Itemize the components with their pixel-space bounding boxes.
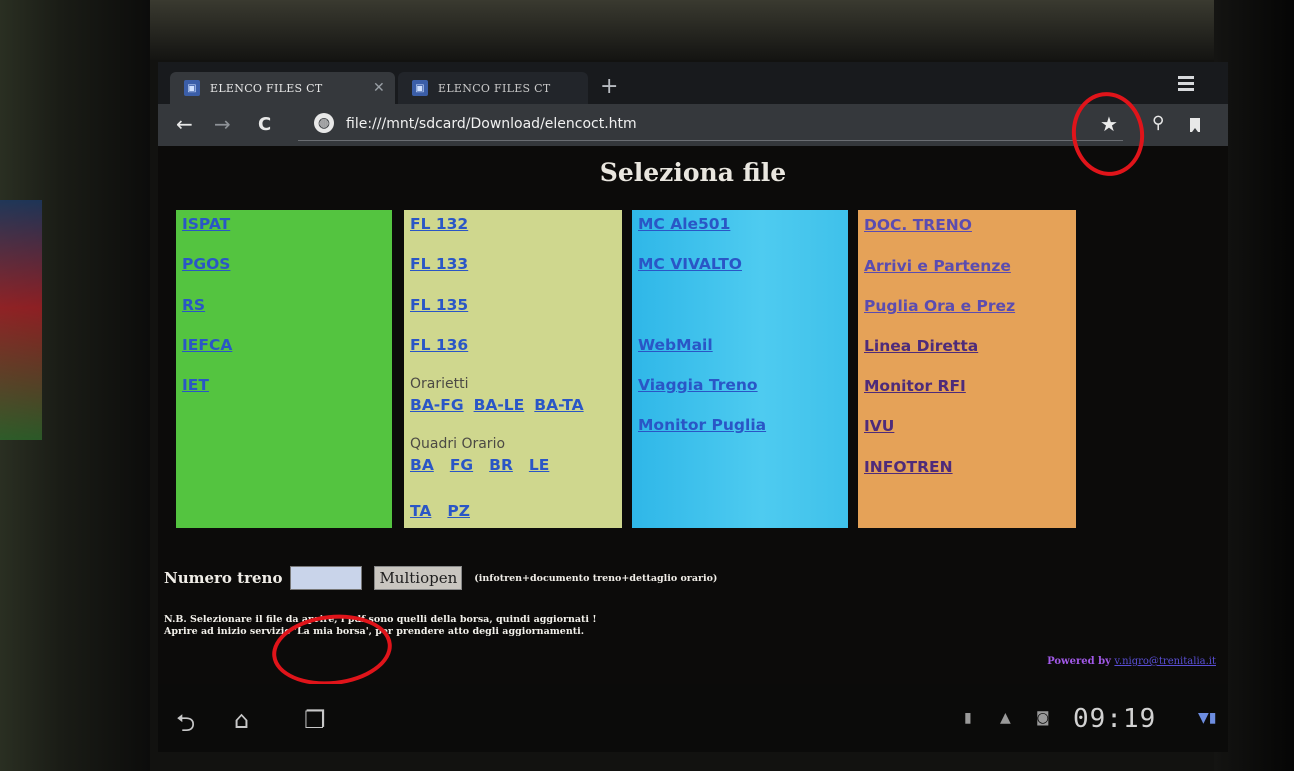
link-iefca[interactable]: IEFCA [182, 336, 232, 354]
notice-line-1: N.B. Selezionare il file da aprire, i pd… [164, 614, 597, 625]
tablet-screen: ▣ ELENCO FILES CT ✕ ▣ ELENCO FILES CT + … [158, 62, 1228, 752]
bookmarks-icon[interactable] [1190, 118, 1200, 132]
tab-elenco-files-1[interactable]: ▣ ELENCO FILES CT ✕ [170, 72, 395, 104]
url-text[interactable]: file:///mnt/sdcard/Download/elencoct.htm [346, 116, 637, 132]
link-linea-diretta[interactable]: Linea Diretta [864, 337, 978, 355]
link-ispat[interactable]: ISPAT [182, 215, 230, 233]
close-tab-icon[interactable]: ✕ [373, 80, 385, 96]
multiopen-note: (infotren+documento treno+dettaglio orar… [474, 572, 718, 584]
orarietti-label: Orarietti [410, 376, 469, 392]
link-arrivi-partenze[interactable]: Arrivi e Partenze [864, 257, 1011, 275]
sd-card-icon: ▮ [964, 710, 972, 726]
link-ivu[interactable]: IVU [864, 417, 894, 435]
link-rs[interactable]: RS [182, 296, 205, 314]
link-ta[interactable]: TA [410, 502, 431, 520]
train-number-label: Numero treno [164, 569, 283, 587]
link-ba-le[interactable]: BA-LE [474, 396, 525, 414]
device-bezel-top [0, 0, 1294, 60]
link-fl-133[interactable]: FL 133 [410, 255, 468, 273]
page-favicon-icon: ▣ [412, 80, 428, 96]
device-bezel-left [0, 0, 150, 771]
reload-icon[interactable]: C [258, 114, 271, 135]
link-mc-ale501[interactable]: MC Ale501 [638, 215, 730, 233]
browser-toolbar: ← → C file:///mnt/sdcard/Download/elenco… [158, 104, 1228, 146]
link-ba[interactable]: BA [410, 456, 434, 474]
link-monitor-puglia[interactable]: Monitor Puglia [638, 416, 766, 434]
tab-title: ELENCO FILES CT [438, 81, 551, 95]
forward-arrow-icon[interactable]: → [214, 112, 231, 136]
link-puglia-ora-prez[interactable]: Puglia Ora e Prez [864, 297, 1015, 315]
author-email-link[interactable]: v.nigro@trenitalia.it [1114, 656, 1216, 667]
link-pz[interactable]: PZ [447, 502, 470, 520]
multiopen-button[interactable]: Multiopen [374, 566, 463, 590]
globe-icon: ◍ [314, 113, 334, 133]
link-monitor-rfi[interactable]: Monitor RFI [864, 377, 966, 395]
tab-strip: ▣ ELENCO FILES CT ✕ ▣ ELENCO FILES CT + [158, 62, 1228, 104]
column-cyan: MC Ale501 MC VIVALTO WebMail Viaggia Tre… [632, 210, 848, 528]
link-iet[interactable]: IET [182, 376, 209, 394]
page-title: Seleziona file [599, 158, 787, 187]
search-icon[interactable]: ⚲ [1152, 113, 1164, 133]
system-clock: 09:19 [1073, 704, 1157, 734]
background-reflection [0, 200, 42, 440]
warning-icon: ▲ [1000, 710, 1011, 726]
tab-elenco-files-2[interactable]: ▣ ELENCO FILES CT [398, 72, 588, 104]
link-ba-fg[interactable]: BA-FG [410, 396, 464, 414]
link-br[interactable]: BR [489, 456, 513, 474]
link-fl-132[interactable]: FL 132 [410, 215, 468, 233]
orarietti-links: BA-FG BA-LE BA-TA [410, 396, 584, 414]
link-fl-135[interactable]: FL 135 [410, 296, 468, 314]
system-bar: ⮌ ⌂ ❐ ▮ ▲ ◙ 09:19 ▼▮ [158, 684, 1228, 752]
link-fl-136[interactable]: FL 136 [410, 336, 468, 354]
menu-icon[interactable] [1178, 76, 1194, 94]
tab-title: ELENCO FILES CT [210, 81, 323, 95]
new-tab-plus-icon[interactable]: + [600, 74, 618, 99]
page-favicon-icon: ▣ [184, 80, 200, 96]
column-orange: DOC. TRENO Arrivi e Partenze Puglia Ora … [858, 210, 1076, 528]
train-number-input[interactable] [290, 566, 363, 590]
back-arrow-icon[interactable]: ← [176, 112, 193, 136]
nav-back-icon[interactable]: ⮌ [176, 706, 195, 747]
wifi-battery-icon: ▼▮ [1198, 710, 1217, 726]
link-webmail[interactable]: WebMail [638, 336, 713, 354]
link-ba-ta[interactable]: BA-TA [534, 396, 583, 414]
link-viaggia-treno[interactable]: Viaggia Treno [638, 376, 758, 394]
column-green: ISPAT PGOS RS IEFCA IET [176, 210, 392, 528]
link-doc-treno[interactable]: DOC. TRENO [864, 216, 972, 234]
link-fg[interactable]: FG [450, 456, 473, 474]
link-le[interactable]: LE [529, 456, 549, 474]
nav-home-icon[interactable]: ⌂ [234, 706, 249, 734]
link-pgos[interactable]: PGOS [182, 255, 230, 273]
quadri-links: BA FG BR LE [410, 456, 549, 474]
quadri-orario-label: Quadri Orario [410, 436, 506, 452]
quadri-links-2: TA PZ [410, 502, 470, 520]
powered-by: Powered by v.nigro@trenitalia.it [1047, 656, 1216, 667]
train-number-row: Numero treno Multiopen (infotren+documen… [164, 566, 717, 590]
nav-recent-apps-icon[interactable]: ❐ [304, 706, 326, 734]
powered-by-label: Powered by [1047, 656, 1111, 667]
link-infotren[interactable]: INFOTREN [864, 458, 953, 476]
column-lime: FL 132 FL 133 FL 135 FL 136 Orarietti BA… [404, 210, 622, 528]
address-bar[interactable]: file:///mnt/sdcard/Download/elencoct.htm [298, 110, 1123, 141]
link-mc-vivalto[interactable]: MC VIVALTO [638, 255, 742, 273]
app-notification-icon: ◙ [1036, 710, 1050, 726]
